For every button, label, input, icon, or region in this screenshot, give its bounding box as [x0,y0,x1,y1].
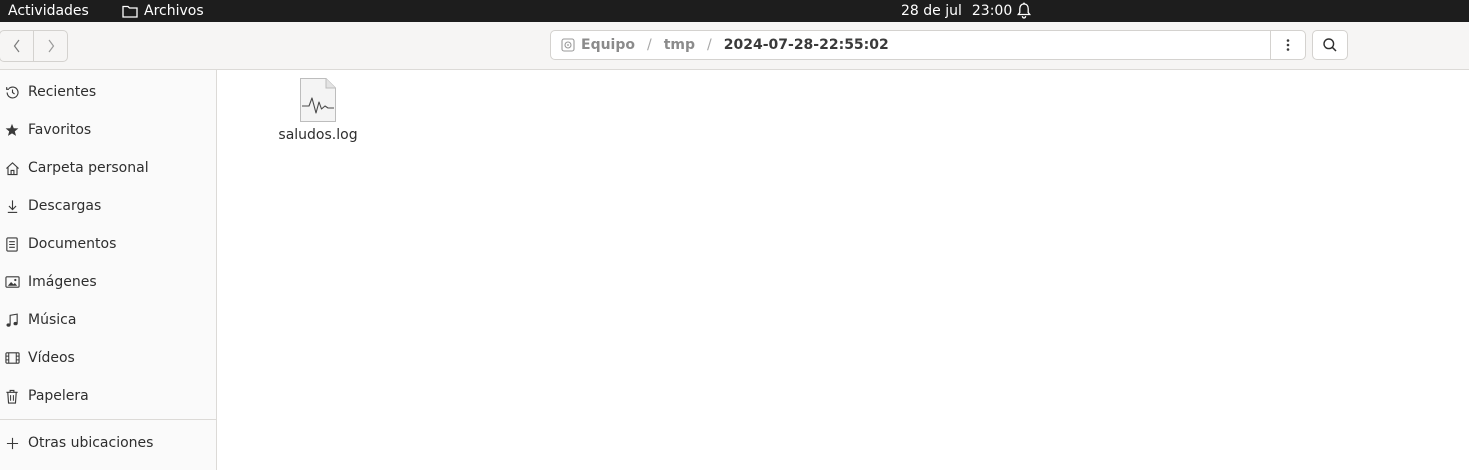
sidebar-item-videos[interactable]: Vídeos [0,339,216,377]
sidebar-divider [0,419,216,420]
app-menu-button[interactable]: Archivos [122,1,204,21]
star-icon [4,122,20,138]
download-icon [4,198,20,214]
path-separator: / [647,37,652,53]
sidebar-item-label: Papelera [28,388,89,404]
sidebar-item-label: Favoritos [28,122,92,138]
log-file-icon [300,78,336,122]
sidebar-item-label: Otras ubicaciones [28,435,154,451]
sidebar-item-recientes[interactable]: Recientes [0,73,216,111]
back-button[interactable] [0,31,33,61]
clock-time: 23:00 [971,3,1013,19]
sidebar-item-label: Música [28,312,77,328]
sidebar: Recientes Favoritos Carpeta personal Des… [0,70,217,470]
sidebar-item-favoritos[interactable]: Favoritos [0,111,216,149]
sidebar-item-imagenes[interactable]: Imágenes [0,263,216,301]
system-top-bar: Actividades Archivos 28 de jul 23:00 [0,0,1469,22]
file-name: saludos.log [278,127,358,143]
notification-bell-icon[interactable] [1016,2,1032,20]
sidebar-item-label: Recientes [28,84,97,100]
app-menu-label: Archivos [144,3,204,19]
sidebar-item-descargas[interactable]: Descargas [0,187,216,225]
forward-button[interactable] [33,31,67,61]
plus-icon [4,435,20,451]
path-segment-current[interactable]: 2024-07-28-22:55:02 [724,37,889,53]
path-bar: Equipo / tmp / 2024-07-28-22:55:02 [550,30,1306,60]
home-icon [4,160,20,176]
folder-icon [122,5,138,18]
music-icon [4,312,20,328]
sidebar-item-otras-ubicaciones[interactable]: Otras ubicaciones [0,424,216,462]
sidebar-item-label: Carpeta personal [28,160,149,176]
trash-icon [4,388,20,404]
activities-button[interactable]: Actividades [8,1,89,21]
vertical-ellipsis-icon [1286,39,1290,51]
header-bar: Equipo / tmp / 2024-07-28-22:55:02 [0,22,1469,70]
chevron-left-icon [13,39,19,53]
clock-icon [4,84,20,100]
search-icon [1323,38,1337,52]
file-item[interactable]: saludos.log [275,76,361,146]
navigation-buttons [0,30,68,62]
disk-icon [561,38,575,52]
clock-date: 28 de jul [901,3,962,19]
path-separator: / [707,37,712,53]
path-segment-equipo[interactable]: Equipo [581,37,635,53]
sidebar-item-label: Descargas [28,198,102,214]
sidebar-item-label: Vídeos [28,350,75,366]
sidebar-item-documentos[interactable]: Documentos [0,225,216,263]
search-button[interactable] [1312,30,1348,60]
sidebar-item-carpeta-personal[interactable]: Carpeta personal [0,149,216,187]
sidebar-item-musica[interactable]: Música [0,301,216,339]
folder-menu-button[interactable] [1270,31,1305,59]
file-view[interactable]: saludos.log [217,70,1469,470]
chevron-right-icon [48,39,54,53]
clock-button[interactable]: 28 de jul 23:00 [901,1,1012,21]
video-icon [4,350,20,366]
sidebar-item-label: Imágenes [28,274,97,290]
path-segment-tmp[interactable]: tmp [664,37,695,53]
document-icon [4,236,20,252]
sidebar-item-label: Documentos [28,236,117,252]
sidebar-item-papelera[interactable]: Papelera [0,377,216,415]
image-icon [4,274,20,290]
